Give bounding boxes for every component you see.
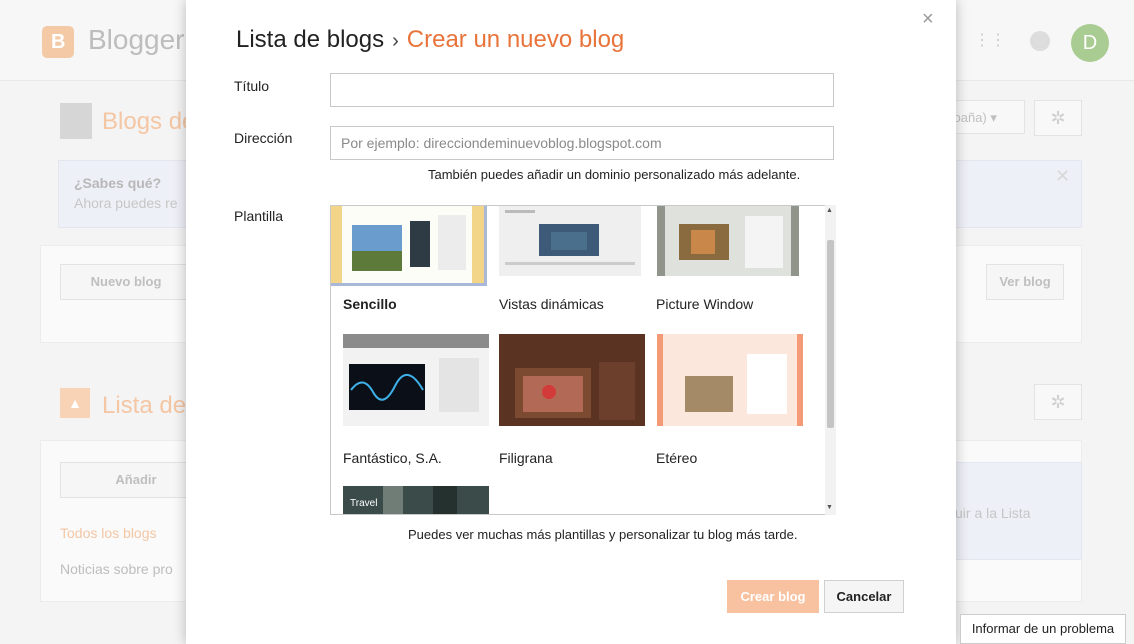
cancel-button[interactable]: Cancelar: [824, 580, 904, 613]
template-thumb-fantastico[interactable]: [343, 334, 489, 426]
breadcrumb-current: Crear un nuevo blog: [406, 26, 625, 53]
template-name[interactable]: Travel: [350, 498, 377, 509]
scroll-up-icon[interactable]: ▲: [826, 207, 833, 214]
template-thumb-picture-window[interactable]: [657, 206, 799, 276]
tip-title: ¿Sabes qué?: [74, 175, 162, 191]
template-thumb-vistas-dinamicas[interactable]: [499, 206, 641, 276]
template-preview-image: [499, 206, 641, 276]
template-thumb-etereo[interactable]: [657, 334, 803, 426]
avatar[interactable]: D: [1071, 24, 1109, 62]
tip-text: Ahora puedes re: [74, 195, 178, 211]
view-blog-button[interactable]: Ver blog: [986, 264, 1064, 300]
user-profile-icon: [60, 103, 92, 139]
blogger-logo-icon[interactable]: B: [42, 26, 74, 58]
breadcrumb-separator: ›: [392, 30, 399, 52]
template-name[interactable]: Sencillo: [343, 296, 397, 312]
collapse-icon[interactable]: ▲: [60, 388, 90, 418]
template-preview-image: [343, 334, 489, 426]
template-thumb-sencillo[interactable]: [331, 206, 487, 286]
address-label: Dirección: [234, 130, 293, 146]
address-hint: También puedes añadir un dominio persona…: [428, 167, 801, 182]
new-blog-button[interactable]: Nuevo blog: [60, 264, 192, 300]
apps-grid-icon[interactable]: ⋮⋮: [974, 32, 1006, 50]
template-name[interactable]: Vistas dinámicas: [499, 296, 604, 312]
scroll-down-icon[interactable]: ▼: [826, 504, 833, 511]
create-blog-button[interactable]: Crear blog: [727, 580, 819, 613]
address-input[interactable]: [330, 126, 834, 160]
template-preview-image: [342, 206, 472, 283]
template-hint: Puedes ver muchas más plantillas y perso…: [408, 527, 798, 542]
title-label: Título: [234, 78, 270, 94]
template-name[interactable]: Picture Window: [656, 296, 753, 312]
logo-letter: B: [51, 31, 66, 53]
template-name[interactable]: Etéreo: [656, 450, 697, 466]
reading-list-title: Lista de: [102, 392, 187, 419]
breadcrumb-parent[interactable]: Lista de blogs: [236, 26, 384, 53]
template-preview-image: [657, 334, 803, 426]
add-to-list-text[interactable]: uir a la Lista: [955, 505, 1030, 521]
title-input[interactable]: [330, 73, 834, 107]
template-label: Plantilla: [234, 208, 284, 224]
template-name[interactable]: Filigrana: [499, 450, 553, 466]
notifications-icon[interactable]: [1030, 31, 1050, 51]
gear-icon[interactable]: ✲: [1034, 100, 1082, 136]
all-blogs-link[interactable]: Todos los blogs: [60, 525, 157, 541]
template-preview-image: [657, 206, 799, 276]
close-icon[interactable]: ×: [922, 8, 934, 31]
report-problem-button[interactable]: Informar de un problema: [960, 614, 1126, 644]
news-link[interactable]: Noticias sobre pro: [60, 561, 173, 577]
gear-icon[interactable]: ✲: [1034, 384, 1082, 420]
template-thumb-filigrana[interactable]: [499, 334, 645, 426]
scrollbar-thumb[interactable]: [827, 240, 834, 428]
blogger-logo-text[interactable]: Blogger: [88, 24, 185, 56]
breadcrumb: Lista de blogs › Crear un nuevo blog: [236, 26, 624, 54]
close-icon[interactable]: ✕: [1055, 166, 1070, 187]
blogs-section-title: Blogs de: [102, 108, 196, 135]
template-preview-image: [499, 334, 645, 426]
template-name[interactable]: Fantástico, S.A.: [343, 450, 442, 466]
template-picker: [330, 205, 836, 515]
